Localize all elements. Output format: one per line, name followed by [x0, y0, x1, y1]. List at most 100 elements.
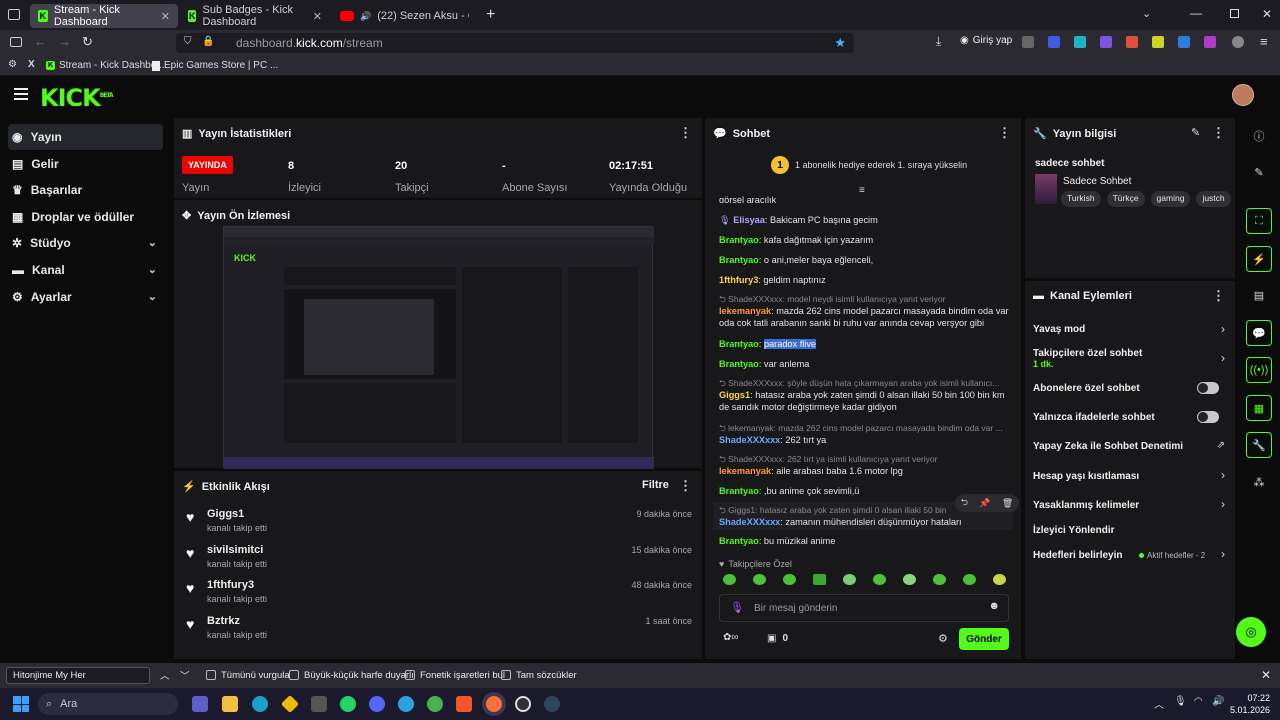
- kick-logo[interactable]: KICKBETA: [40, 84, 114, 112]
- highlight-all-checkbox[interactable]: [206, 670, 216, 680]
- tag[interactable]: justch: [1196, 191, 1231, 207]
- clock-date[interactable]: 5.01.2026: [1222, 705, 1270, 715]
- extension-icon[interactable]: [1178, 36, 1190, 48]
- info-icon[interactable]: ⓘ: [1252, 128, 1266, 143]
- tab-stream-dashboard[interactable]: K Stream - Kick Dashboard ✕: [30, 4, 178, 28]
- close-find-icon[interactable]: ✕: [1261, 668, 1271, 682]
- points-display[interactable]: ▣ 0: [767, 633, 788, 644]
- category-name[interactable]: Sadece Sohbet: [1063, 176, 1131, 187]
- bookmark-stream[interactable]: K Stream - Kick Dashbo...: [46, 60, 165, 71]
- maximize-icon[interactable]: [1230, 9, 1239, 18]
- find-next-icon[interactable]: ﹀: [180, 668, 190, 682]
- whatsapp-icon[interactable]: [340, 696, 356, 712]
- category-thumbnail[interactable]: [1035, 174, 1057, 204]
- chat-username[interactable]: Brantyao: [719, 255, 759, 265]
- teams-icon[interactable]: [192, 696, 208, 712]
- reply-reference[interactable]: ⮌ ShadeXXXxxx: model neydi isimli kullan…: [719, 293, 1009, 305]
- wifi-icon[interactable]: ◠: [1194, 696, 1203, 707]
- emote-icon[interactable]: [843, 574, 856, 585]
- extension-icon[interactable]: [1126, 36, 1138, 48]
- firefox-icon[interactable]: [486, 696, 502, 712]
- ad-button[interactable]: ⚡: [1246, 246, 1272, 272]
- find-previous-icon[interactable]: ︿: [160, 668, 170, 682]
- tag[interactable]: Turkish: [1061, 191, 1101, 207]
- reply-reference[interactable]: ⮌ Giggs1: hatasız araba yok zaten şimdi …: [719, 504, 949, 516]
- chat-username[interactable]: Brantyao: [719, 536, 759, 546]
- emote-icon[interactable]: [933, 574, 946, 585]
- match-case-checkbox[interactable]: [289, 670, 299, 680]
- support-button[interactable]: ◎: [1236, 617, 1266, 647]
- taskbar-search[interactable]: ⌕ Ara: [38, 693, 178, 715]
- chat-input[interactable]: 🎙 Bir mesaj gönderin ☻: [719, 594, 1009, 622]
- close-tab-icon[interactable]: ✕: [161, 10, 170, 23]
- diacritics-checkbox[interactable]: [405, 670, 415, 680]
- address-bar[interactable]: ⛉ 🔒 dashboard.kick.com/stream ★: [176, 33, 854, 53]
- send-button[interactable]: Gönder: [959, 628, 1009, 650]
- sidebar-item-gelir[interactable]: ▤ Gelir: [8, 151, 163, 177]
- windows-start-icon[interactable]: [13, 696, 29, 712]
- brave-icon[interactable]: [456, 696, 472, 712]
- close-tab-icon[interactable]: ✕: [313, 10, 322, 23]
- settings-icon[interactable]: ⚙: [8, 59, 17, 70]
- whole-words-checkbox[interactable]: [501, 670, 511, 680]
- emote-icon[interactable]: [753, 574, 766, 585]
- gift-banner[interactable]: 1 1 abonelik hediye ederek 1. sıraya yük…: [771, 156, 967, 174]
- chat-username[interactable]: Brantyao: [719, 339, 759, 349]
- bookmark-epic[interactable]: Epic Games Store | PC ...: [152, 60, 278, 71]
- reward-icon[interactable]: ✿∞: [723, 632, 739, 643]
- extension-icon[interactable]: [1232, 36, 1244, 48]
- chat-username[interactable]: ShadeXXXxxx: [719, 517, 780, 527]
- speaker-icon[interactable]: 🔊: [360, 11, 371, 22]
- chrome-icon[interactable]: [427, 696, 443, 712]
- extension-icon[interactable]: [1152, 36, 1164, 48]
- sidebar-item-kanal[interactable]: ▬ Kanal ⌄: [8, 257, 163, 283]
- calculator-icon[interactable]: [311, 696, 327, 712]
- new-tab-button[interactable]: +: [486, 6, 495, 24]
- telegram-icon[interactable]: [398, 696, 414, 712]
- emoji-icon[interactable]: ☻: [988, 600, 1000, 612]
- activity-username[interactable]: Giggs1: [207, 508, 244, 520]
- sidebar-item-basarilar[interactable]: ♛ Başarılar: [8, 177, 163, 203]
- discord-icon[interactable]: [369, 696, 385, 712]
- stream-preview-video[interactable]: KICK: [223, 226, 654, 469]
- back-icon[interactable]: ←: [34, 34, 47, 49]
- signin-button[interactable]: ◉ Giriş yap: [960, 35, 1012, 46]
- sidebar-toggle-icon[interactable]: [10, 37, 22, 47]
- chat-username[interactable]: 1fthfury3: [719, 275, 758, 285]
- filter-button[interactable]: Filtre: [642, 479, 669, 491]
- emote-icon[interactable]: [813, 574, 826, 585]
- chat-username[interactable]: Brantyao: [719, 486, 759, 496]
- edge-icon[interactable]: [252, 696, 268, 712]
- more-options-icon[interactable]: ⋮: [679, 478, 692, 494]
- emote-icon[interactable]: [783, 574, 796, 585]
- download-icon[interactable]: ⤓: [936, 34, 941, 49]
- tag[interactable]: gaming: [1150, 191, 1191, 207]
- activity-username[interactable]: sivilsimitci: [207, 544, 263, 556]
- extension-icon[interactable]: [1204, 36, 1216, 48]
- edit-icon[interactable]: ✎: [1191, 126, 1200, 139]
- reply-reference[interactable]: ⮌ ShadeXXXxxx: 262 tırt ya isimli kullan…: [719, 453, 1009, 465]
- forward-icon[interactable]: →: [58, 34, 71, 49]
- shield-icon[interactable]: ⛉: [184, 36, 192, 47]
- steam-icon[interactable]: [544, 696, 560, 712]
- file-explorer-icon[interactable]: [222, 696, 238, 712]
- chat-username[interactable]: ShadeXXXxxx: [719, 435, 780, 445]
- emote-icon[interactable]: [903, 574, 916, 585]
- clip-button[interactable]: ⛶: [1246, 208, 1272, 234]
- community-icon[interactable]: ⁂: [1252, 476, 1266, 490]
- reply-icon[interactable]: ⮌: [961, 495, 968, 511]
- sidebar-item-studyo[interactable]: ✲ Stüdyo ⌄: [8, 230, 163, 256]
- obs-icon[interactable]: [515, 696, 531, 712]
- reply-reference[interactable]: ⮌ lekemanyak: mazda 262 cins model pazar…: [719, 422, 1009, 434]
- layout-button[interactable]: ▦: [1246, 395, 1272, 421]
- reload-icon[interactable]: ↻: [82, 34, 93, 50]
- extension-icon[interactable]: [1100, 36, 1112, 48]
- chat-popout-button[interactable]: 💬: [1246, 320, 1272, 346]
- chat-username[interactable]: Brantyao: [719, 359, 759, 369]
- mic-tray-icon[interactable]: 🎙: [1174, 696, 1187, 707]
- tag[interactable]: Türkçe: [1106, 191, 1145, 207]
- chat-username[interactable]: Elisyaa: [733, 215, 765, 225]
- minimize-icon[interactable]: —: [1190, 6, 1202, 20]
- activity-username[interactable]: 1fthfury3: [207, 579, 254, 591]
- delete-icon[interactable]: 🗑: [1002, 498, 1013, 509]
